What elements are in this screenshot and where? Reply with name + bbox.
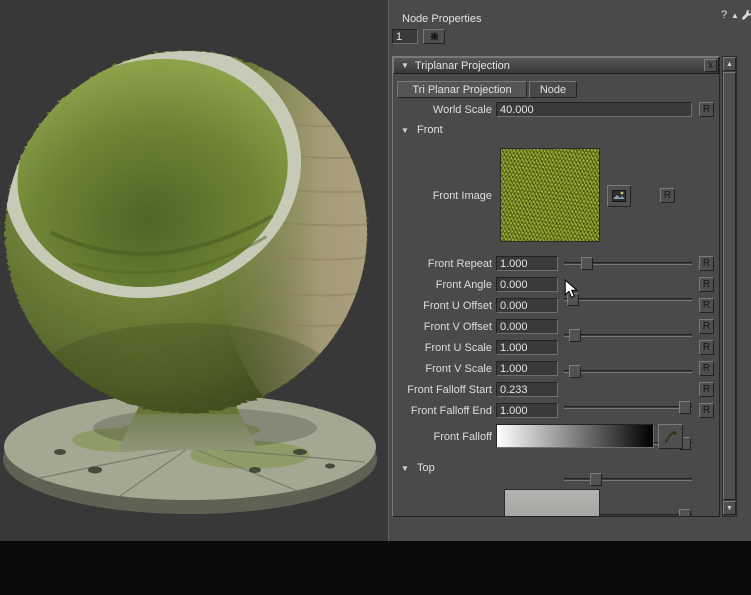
collapse-arrow-icon[interactable]: ▼: [401, 464, 409, 473]
scroll-down-icon[interactable]: ▼: [723, 501, 736, 515]
front-v-offset-input[interactable]: [496, 319, 558, 334]
collapse-arrow-icon[interactable]: ▼: [401, 126, 409, 135]
scrollbar[interactable]: ▲ ▼: [722, 56, 737, 517]
front-repeat-slider[interactable]: [562, 256, 694, 271]
slider-handle[interactable]: [569, 329, 581, 342]
node-index-apply-button[interactable]: [423, 29, 445, 44]
slider-handle[interactable]: [590, 473, 602, 486]
top-image-thumbnail[interactable]: [504, 489, 600, 517]
top-section-header[interactable]: ▼ Top: [401, 462, 435, 474]
front-image-label: Front Image: [393, 190, 492, 202]
front-falloff-end-reset-button[interactable]: R: [699, 403, 714, 418]
front-angle-slider[interactable]: [562, 292, 694, 307]
param-label: Front U Scale: [393, 342, 492, 354]
param-field-wrap: [496, 319, 558, 334]
world-scale-reset-button[interactable]: R: [699, 102, 714, 117]
front-section-label: Front: [417, 124, 443, 136]
image-file-icon: [612, 190, 626, 202]
load-image-button[interactable]: [607, 185, 631, 207]
param-field-wrap: [496, 382, 558, 397]
front-u-scale-slider[interactable]: [562, 400, 694, 415]
world-scale-field-wrap: [496, 102, 692, 117]
world-scale-label: World Scale: [393, 104, 492, 116]
param-field-wrap: [496, 340, 558, 355]
front-falloff-start-reset-button[interactable]: R: [699, 382, 714, 397]
front-u-scale-reset-button[interactable]: R: [699, 340, 714, 355]
front-image-thumbnail[interactable]: [500, 148, 600, 242]
front-u-offset-input[interactable]: [496, 298, 558, 313]
param-field-wrap: [496, 277, 558, 292]
front-repeat-reset-button[interactable]: R: [699, 256, 714, 271]
front-u-scale-input[interactable]: [496, 340, 558, 355]
scroll-up-icon[interactable]: ▲: [723, 57, 736, 71]
slider-groove: [564, 370, 692, 373]
preview-viewport[interactable]: [0, 0, 388, 541]
node-index-input[interactable]: [392, 29, 418, 44]
param-field-wrap: [496, 256, 558, 271]
world-scale-input[interactable]: [496, 102, 692, 117]
slider-handle[interactable]: [679, 509, 691, 517]
slider-groove: [564, 406, 692, 409]
tab-node[interactable]: Node: [529, 81, 577, 98]
quill-curve-icon: [663, 429, 679, 445]
top-section-label: Top: [417, 462, 435, 474]
triplanar-title: Triplanar Projection: [415, 60, 510, 72]
front-u-offset-slider[interactable]: [562, 328, 694, 343]
asterisk-icon: [430, 32, 439, 41]
panel-title: Node Properties: [402, 13, 482, 25]
param-label: Front V Offset: [393, 321, 492, 333]
triplanar-window: ▼ Triplanar Projection x Tri Planar Proj…: [392, 56, 720, 517]
param-field-wrap: [496, 361, 558, 376]
alert-triangle-icon[interactable]: ▲: [731, 11, 739, 20]
edit-falloff-curve-button[interactable]: [658, 424, 683, 449]
render-scene: [0, 0, 388, 541]
collapse-arrow-icon[interactable]: ▼: [401, 61, 409, 70]
triplanar-titlebar[interactable]: ▼ Triplanar Projection: [393, 57, 719, 74]
slider-handle[interactable]: [569, 365, 581, 378]
slider-handle[interactable]: [581, 257, 593, 270]
front-v-scale-reset-button[interactable]: R: [699, 361, 714, 376]
front-u-offset-reset-button[interactable]: R: [699, 298, 714, 313]
wrench-icon[interactable]: [741, 9, 751, 24]
slider-groove: [564, 298, 692, 301]
slider-groove: [564, 334, 692, 337]
front-angle-reset-button[interactable]: R: [699, 277, 714, 292]
front-v-offset-reset-button[interactable]: R: [699, 319, 714, 334]
param-label: Front Falloff End: [393, 405, 492, 417]
param-field-wrap: [496, 298, 558, 313]
param-label: Front Angle: [393, 279, 492, 291]
mouse-arrow-icon: [564, 279, 578, 302]
param-label: Front Falloff Start: [393, 384, 492, 396]
app-root: { "colors": { "viewport_bg": "#383838", …: [0, 0, 751, 595]
front-v-offset-slider[interactable]: [562, 364, 694, 379]
param-field-wrap: [496, 403, 558, 418]
slider-groove: [564, 478, 692, 481]
material-sphere: [0, 15, 388, 447]
front-angle-input[interactable]: [496, 277, 558, 292]
slider-handle[interactable]: [679, 401, 691, 414]
param-label: Front V Scale: [393, 363, 492, 375]
help-icon[interactable]: ?: [721, 9, 727, 21]
front-image-reset-button[interactable]: R: [660, 188, 675, 203]
node-index-field-wrap: [392, 29, 418, 44]
front-falloff-start-input[interactable]: [496, 382, 558, 397]
close-icon[interactable]: x: [704, 59, 717, 72]
bottom-bar: [0, 541, 751, 595]
scroll-thumb[interactable]: [723, 72, 736, 500]
front-falloff-end-input[interactable]: [496, 403, 558, 418]
front-falloff-start-slider[interactable]: [562, 472, 694, 487]
param-label: Front Repeat: [393, 258, 492, 270]
front-repeat-input[interactable]: [496, 256, 558, 271]
front-v-scale-input[interactable]: [496, 361, 558, 376]
tab-triplanar-projection[interactable]: Tri Planar Projection: [397, 81, 527, 98]
front-section-header[interactable]: ▼ Front: [401, 124, 443, 136]
param-label: Front U Offset: [393, 300, 492, 312]
front-falloff-gradient[interactable]: [496, 424, 654, 448]
front-falloff-label: Front Falloff: [393, 431, 492, 443]
